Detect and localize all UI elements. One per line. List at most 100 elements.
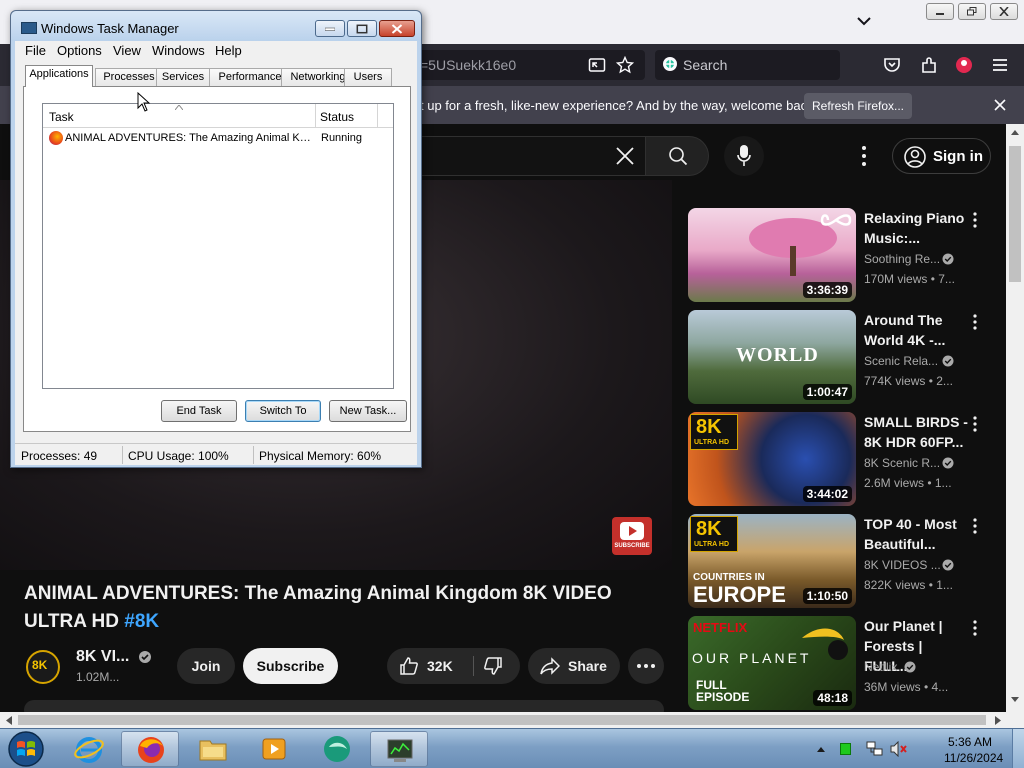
video-thumbnail[interactable]: NETFLIX OUR PLANET FULL EPISODE 48:18 bbox=[688, 616, 856, 710]
scrollbar-thumb[interactable] bbox=[18, 715, 986, 725]
column-divider[interactable] bbox=[315, 104, 316, 128]
show-desktop-button[interactable] bbox=[1012, 729, 1024, 768]
related-video-title[interactable]: Relaxing Piano Music:... bbox=[864, 208, 968, 248]
account-icon[interactable] bbox=[954, 55, 974, 75]
video-thumbnail[interactable]: 8K ULTRA HD 3:44:02 bbox=[688, 412, 856, 506]
address-bar[interactable]: =5USuekk16e0 bbox=[400, 50, 645, 80]
menu-options[interactable]: Options bbox=[57, 43, 102, 58]
extensions-icon[interactable] bbox=[919, 55, 939, 75]
thumbs-down-icon[interactable] bbox=[483, 656, 503, 676]
description-box[interactable] bbox=[24, 700, 664, 712]
video-thumbnail[interactable]: 3:36:39 bbox=[688, 208, 856, 302]
subscribe-watermark[interactable]: SUBSCRIBE bbox=[612, 517, 652, 555]
menu-view[interactable]: View bbox=[113, 43, 141, 58]
related-video-channel[interactable]: Netflix bbox=[864, 660, 897, 674]
clock-time[interactable]: 5:36 AM bbox=[948, 735, 992, 749]
close-button[interactable] bbox=[379, 20, 415, 37]
subscribe-button[interactable]: Subscribe bbox=[243, 648, 338, 684]
taskbar-internet-explorer[interactable] bbox=[60, 731, 118, 767]
video-thumbnail[interactable]: WORLD 1:00:47 bbox=[688, 310, 856, 404]
network-icon[interactable] bbox=[866, 741, 884, 757]
close-icon[interactable] bbox=[993, 98, 1007, 112]
picture-in-picture-icon[interactable] bbox=[588, 56, 606, 74]
taskbar-firefox[interactable] bbox=[121, 731, 179, 767]
taskbar-file-explorer[interactable] bbox=[184, 731, 242, 767]
task-manager-titlebar[interactable]: Windows Task Manager bbox=[11, 11, 421, 41]
search-bar[interactable]: Search bbox=[655, 50, 840, 80]
join-button[interactable]: Join bbox=[177, 648, 235, 684]
tab-performance[interactable]: Performance bbox=[209, 68, 291, 87]
related-video-title[interactable]: Around The World 4K -... bbox=[864, 310, 968, 350]
taskbar-app[interactable] bbox=[308, 731, 366, 767]
bookmark-star-icon[interactable] bbox=[616, 56, 634, 74]
menu-help[interactable]: Help bbox=[215, 43, 242, 58]
related-video[interactable]: WORLD 1:00:47 Around The World 4K -... S… bbox=[688, 310, 998, 404]
more-actions-button[interactable] bbox=[628, 648, 664, 684]
related-video-channel[interactable]: Soothing Re... bbox=[864, 252, 940, 266]
tab-users[interactable]: Users bbox=[344, 68, 392, 87]
clear-search-icon[interactable] bbox=[615, 146, 635, 166]
voice-search-button[interactable] bbox=[724, 136, 764, 176]
minimize-button[interactable] bbox=[315, 20, 345, 37]
menu-file[interactable]: File bbox=[25, 43, 46, 58]
video-menu-icon[interactable] bbox=[972, 620, 978, 636]
column-status[interactable]: Status bbox=[320, 110, 354, 124]
related-video-channel[interactable]: 8K Scenic R... bbox=[864, 456, 940, 470]
hamburger-menu-icon[interactable] bbox=[990, 55, 1010, 75]
video-menu-icon[interactable] bbox=[972, 416, 978, 432]
horizontal-scrollbar[interactable] bbox=[0, 712, 1024, 728]
more-options-icon[interactable] bbox=[855, 144, 873, 168]
restore-button[interactable] bbox=[958, 3, 986, 20]
related-video[interactable]: 3:36:39 Relaxing Piano Music:... Soothin… bbox=[688, 208, 998, 302]
menu-windows[interactable]: Windows bbox=[152, 43, 205, 58]
tab-applications[interactable]: Applications bbox=[25, 65, 93, 87]
column-divider[interactable] bbox=[377, 104, 378, 128]
related-video-title[interactable]: TOP 40 - Most Beautiful... bbox=[864, 514, 968, 554]
taskbar-task-manager[interactable] bbox=[370, 731, 428, 767]
vertical-scrollbar[interactable] bbox=[1006, 124, 1024, 712]
thumbs-up-icon[interactable] bbox=[399, 656, 419, 676]
video-thumbnail[interactable]: 8K ULTRA HD COUNTRIES IN EUROPE 1:10:50 bbox=[688, 514, 856, 608]
end-task-button[interactable]: End Task bbox=[161, 400, 237, 422]
tray-status-icon[interactable] bbox=[840, 743, 851, 755]
taskbar-media-player[interactable] bbox=[245, 731, 303, 767]
address-text[interactable]: =5USuekk16e0 bbox=[420, 57, 516, 73]
start-button[interactable] bbox=[6, 730, 46, 768]
related-video[interactable]: 8K ULTRA HD 3:44:02 SMALL BIRDS - 8K HDR… bbox=[688, 412, 998, 506]
channel-name[interactable]: 8K VI... bbox=[76, 648, 129, 666]
scroll-right-icon[interactable] bbox=[994, 716, 1002, 725]
tab-processes[interactable]: Processes bbox=[95, 68, 163, 87]
tab-services[interactable]: Services bbox=[156, 68, 210, 87]
clock-date[interactable]: 11/26/2024 bbox=[944, 751, 1003, 765]
video-menu-icon[interactable] bbox=[972, 518, 978, 534]
new-task-button[interactable]: New Task... bbox=[329, 400, 407, 422]
scroll-down-icon[interactable] bbox=[1010, 696, 1020, 704]
show-hidden-icons[interactable] bbox=[816, 745, 826, 753]
task-list[interactable]: Task Status ANIMAL ADVENTURES: The Amazi… bbox=[42, 103, 394, 389]
video-menu-icon[interactable] bbox=[972, 314, 978, 330]
sign-in-button[interactable]: Sign in bbox=[892, 138, 991, 174]
scroll-up-icon[interactable] bbox=[1010, 128, 1020, 136]
video-menu-icon[interactable] bbox=[972, 212, 978, 228]
related-video[interactable]: NETFLIX OUR PLANET FULL EPISODE 48:18 Ou… bbox=[688, 616, 998, 710]
table-row[interactable]: ANIMAL ADVENTURES: The Amazing Animal Ki… bbox=[43, 130, 393, 148]
task-manager-window[interactable]: Windows Task Manager File Options View W… bbox=[10, 10, 422, 468]
share-button[interactable]: Share bbox=[528, 648, 620, 684]
volume-muted-icon[interactable] bbox=[890, 741, 908, 757]
scrollbar-thumb[interactable] bbox=[1009, 146, 1021, 282]
minimize-button[interactable] bbox=[926, 3, 954, 20]
scroll-left-icon[interactable] bbox=[5, 716, 13, 725]
related-video-channel[interactable]: Scenic Rela... bbox=[864, 354, 938, 368]
switch-to-button[interactable]: Switch To bbox=[245, 400, 321, 422]
maximize-button[interactable] bbox=[347, 20, 377, 37]
related-video[interactable]: 8K ULTRA HD COUNTRIES IN EUROPE 1:10:50 … bbox=[688, 514, 998, 608]
channel-avatar[interactable]: 8K bbox=[26, 650, 60, 684]
pocket-icon[interactable] bbox=[882, 55, 902, 75]
video-hashtag[interactable]: #8K bbox=[124, 611, 159, 632]
list-all-tabs-icon[interactable] bbox=[855, 12, 873, 30]
youtube-search-button[interactable] bbox=[645, 136, 709, 176]
close-button[interactable] bbox=[990, 3, 1018, 20]
related-video-title[interactable]: SMALL BIRDS - 8K HDR 60FP... bbox=[864, 412, 968, 452]
refresh-firefox-button[interactable]: Refresh Firefox... bbox=[804, 93, 912, 119]
column-task[interactable]: Task bbox=[49, 110, 74, 124]
